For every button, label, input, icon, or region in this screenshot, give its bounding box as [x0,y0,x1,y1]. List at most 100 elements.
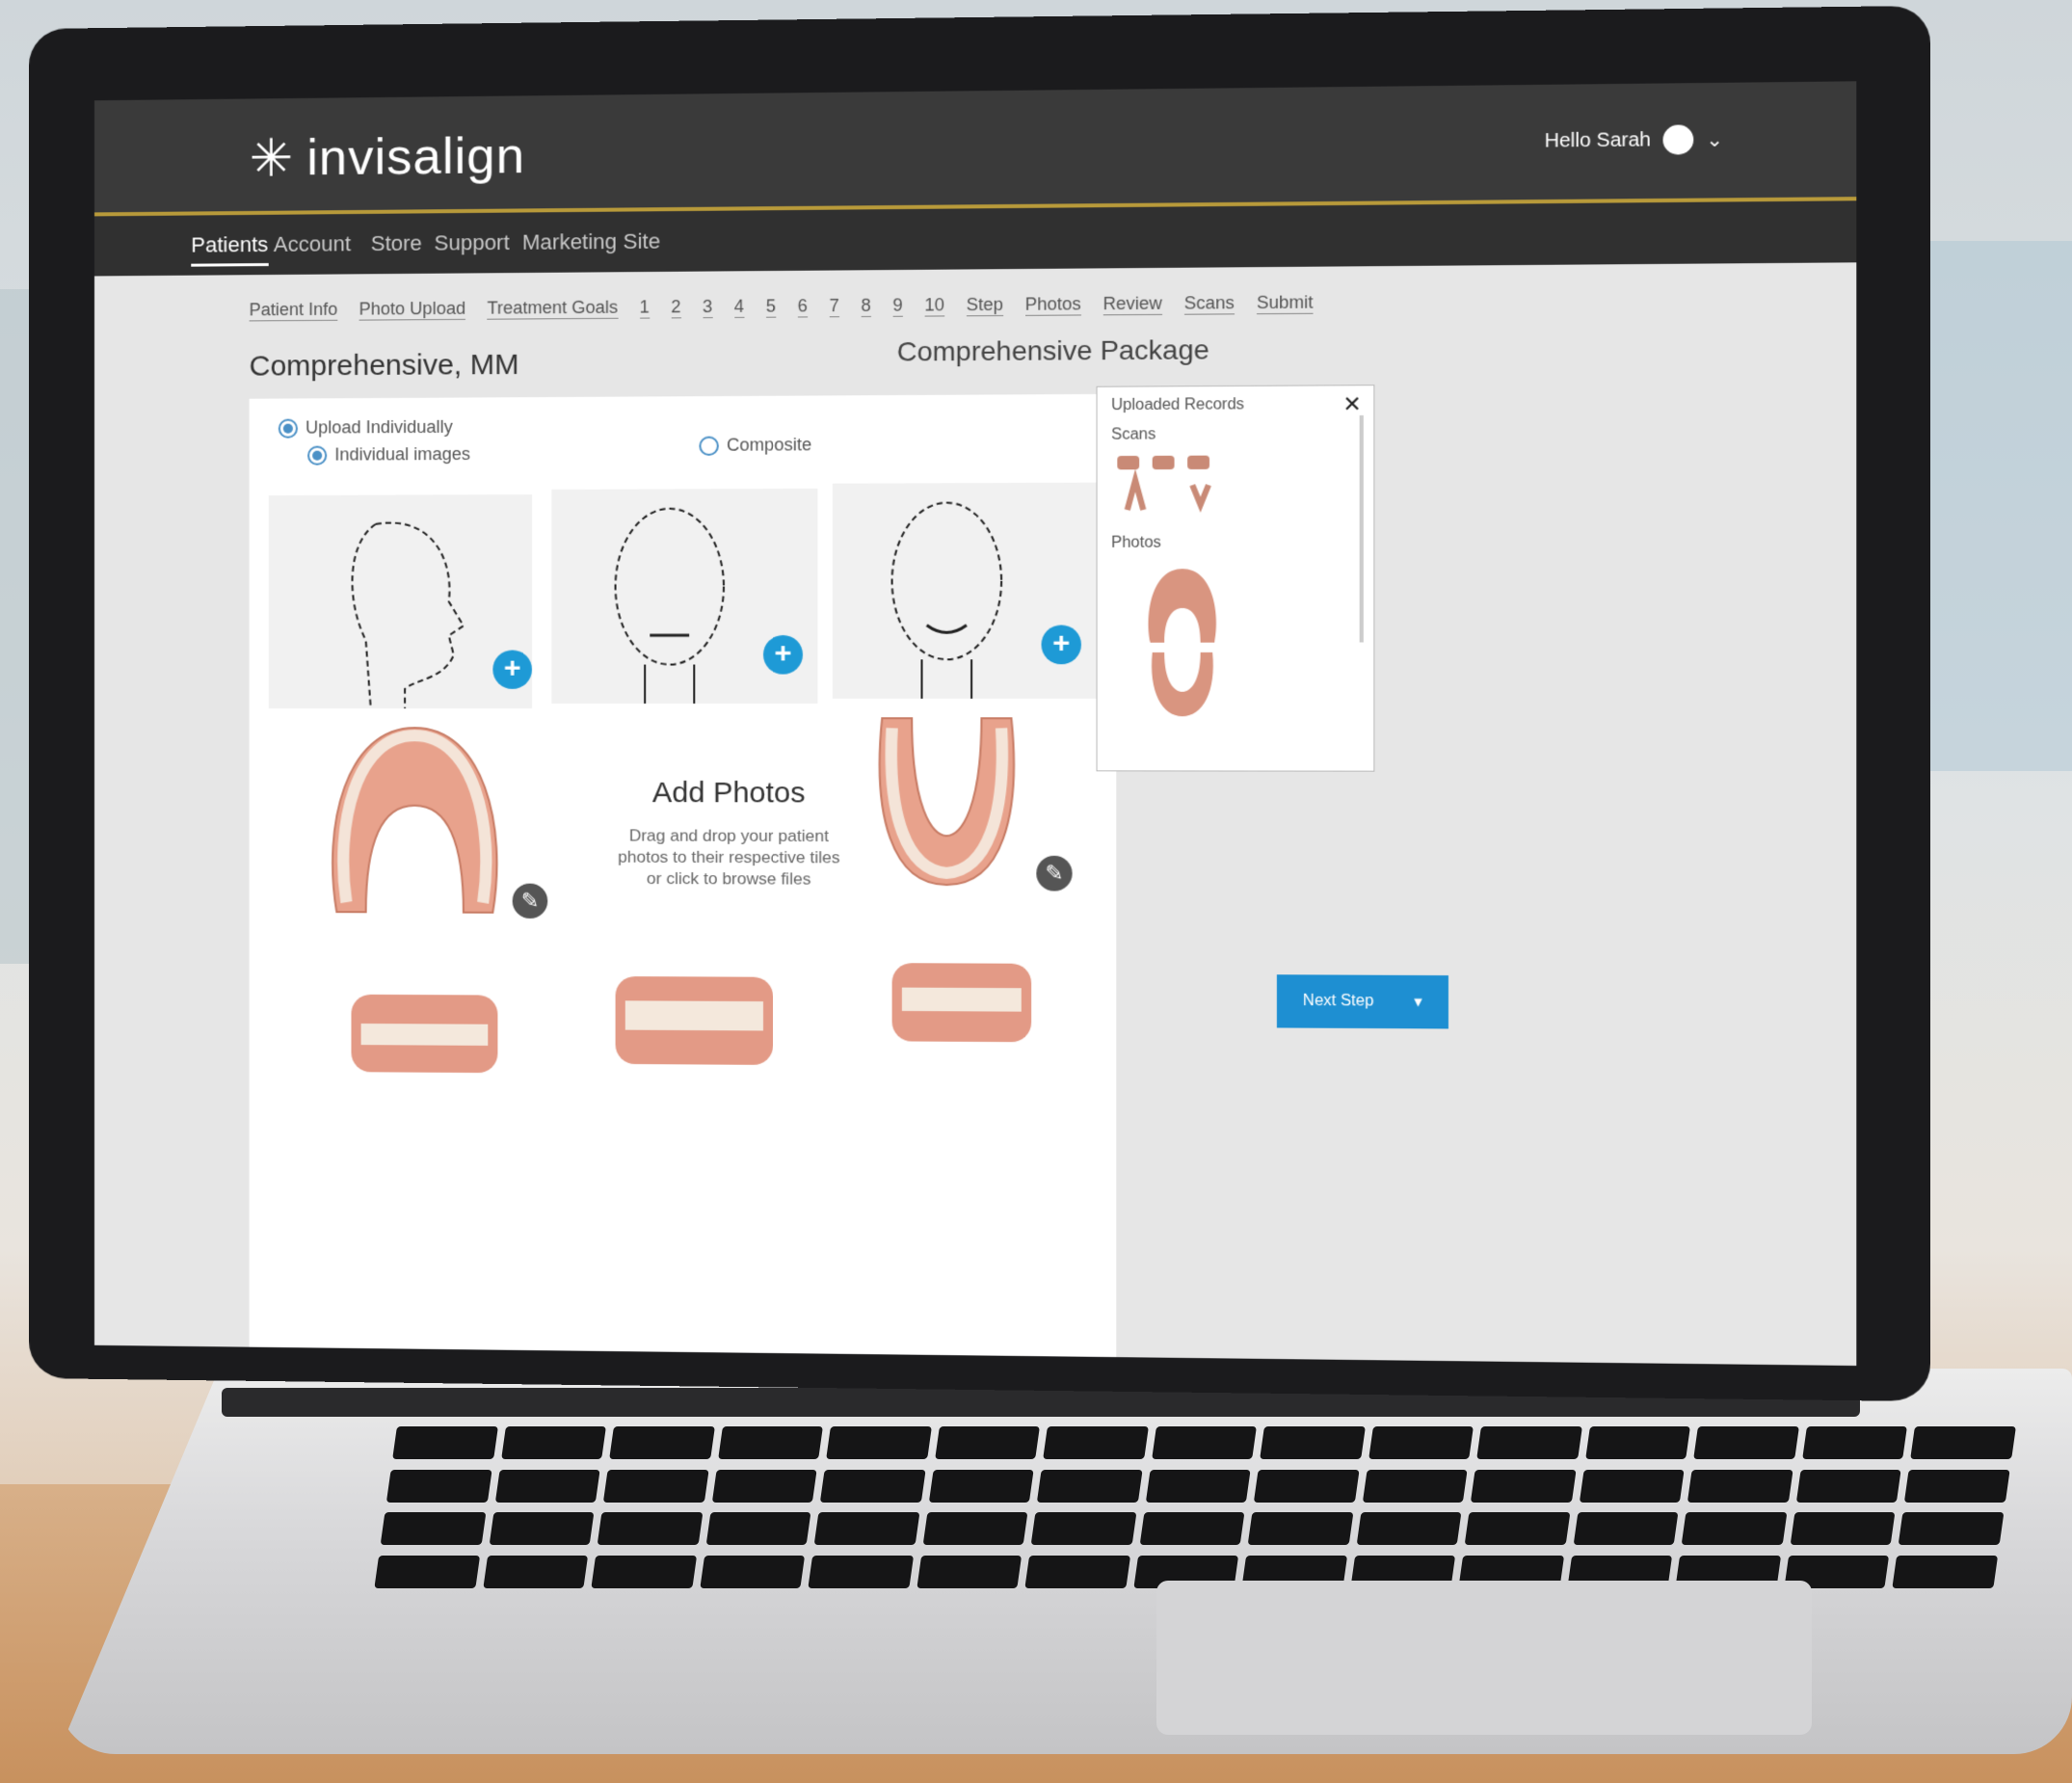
keyboard-key [597,1512,704,1545]
brand-name: invisalign [306,127,526,187]
keyboard-key [1043,1426,1149,1459]
keyboard-key [1464,1512,1571,1545]
composite-option[interactable]: Composite [699,435,811,456]
step-link[interactable]: Photos [1024,294,1081,316]
photos-label: Photos [1111,534,1161,551]
radio-selected-icon [307,445,328,466]
step-link[interactable]: Review [1102,293,1162,316]
keyboard-key [922,1512,1028,1545]
keyboard-key [482,1555,589,1588]
keyboard-key [1362,1469,1469,1503]
upload-option-label: Upload Individually [305,416,453,438]
page-title: Comprehensive, MM [249,348,519,383]
keyboard-key [1687,1469,1793,1503]
step-link[interactable]: 10 [924,295,944,317]
photo-thumbnails[interactable] [1142,564,1222,721]
keyboard-key [1910,1426,2016,1459]
keyboard-key [928,1469,1034,1503]
step-link[interactable]: Submit [1256,292,1314,315]
step-link[interactable]: 6 [797,296,808,318]
keyboard-key [1151,1426,1258,1459]
frontal-photo-tile[interactable]: + [551,488,818,704]
smile-photo-tile[interactable]: + [832,482,1102,699]
step-link[interactable]: 5 [765,296,776,318]
keyboard-key [820,1469,926,1503]
photo-upload-panel: Upload Individually Individual images Co… [249,393,1117,1367]
keyboard-key [489,1512,595,1545]
step-link[interactable]: 4 [733,296,745,318]
keyboard-key [591,1555,697,1588]
keyboard-key [392,1426,498,1459]
brand-logo[interactable]: ✳ invisalign [250,127,525,188]
app-header: ✳ invisalign Hello Sarah ⌄ [93,81,1857,217]
keyboard-key [385,1469,492,1503]
nav-item-support[interactable]: Support [434,230,509,256]
step-link[interactable]: Scans [1183,292,1235,315]
keyboard-key [711,1469,817,1503]
radio-selected-icon [278,418,298,439]
composite-option-label: Composite [727,435,812,455]
profile-photo-tile[interactable]: + [268,494,533,708]
side-panel-title: Uploaded Records [1111,396,1245,414]
keyboard-key [1790,1512,1896,1545]
bite-front-image [615,975,774,1065]
nav-item-marketing-site[interactable]: Marketing Site [522,228,660,254]
keyboard-key [826,1426,932,1459]
keyboard-key [602,1469,709,1503]
next-step-button[interactable]: Next Step ▾ [1276,974,1448,1029]
avatar [1662,124,1694,155]
keyboard-key [1037,1469,1143,1503]
keyboard-key [1802,1426,1908,1459]
step-breadcrumb: Patient Info Photo Upload Treatment Goal… [249,292,1314,322]
add-photo-button[interactable]: + [492,650,533,689]
keyboard-key [380,1512,486,1545]
step-link[interactable]: 7 [829,295,839,318]
keyboard-key [1682,1512,1788,1545]
scrollbar[interactable] [1359,414,1364,643]
nav-item-patients[interactable]: Patients [191,231,269,267]
keyboard-key [1247,1512,1354,1545]
edit-image-button[interactable]: ✎ [512,883,548,919]
keyboard-key [1260,1426,1366,1459]
upload-individually-option[interactable]: Upload Individually [278,416,453,439]
edit-image-button[interactable]: ✎ [1036,855,1073,892]
nav-item-store[interactable]: Store [371,231,422,257]
laptop-lid: ✳ invisalign Hello Sarah ⌄ Patients Acco… [29,5,1931,1402]
step-link[interactable]: Step [966,294,1003,317]
individual-images-option[interactable]: Individual images [307,444,470,466]
step-link[interactable]: Treatment Goals [487,297,619,320]
upload-option-sub-label: Individual images [334,443,471,465]
step-link[interactable]: Patient Info [249,299,338,322]
step-link[interactable]: 1 [639,297,650,319]
keyboard-key [699,1555,806,1588]
face-profile-outline-icon [269,494,532,708]
keyboard-key [1471,1469,1577,1503]
step-link[interactable]: 3 [703,296,713,319]
keyboard-key [609,1426,715,1459]
step-link[interactable]: 2 [671,297,681,319]
chevron-down-icon: ⌄ [1706,128,1724,151]
keyboard [374,1426,2016,1590]
user-menu[interactable]: Hello Sarah ⌄ [1545,124,1723,156]
step-link[interactable]: 8 [861,295,871,318]
uploaded-records-panel: ✕ Uploaded Records Scans Photos [1096,385,1375,772]
step-link[interactable]: 9 [892,295,903,317]
keyboard-key [1476,1426,1582,1459]
add-photos-title: Add Photos [651,776,806,810]
add-photo-button[interactable]: + [762,635,804,675]
keyboard-key [1892,1555,1999,1588]
keyboard-key [1585,1426,1691,1459]
keyboard-key [1356,1512,1462,1545]
keyboard-key [1030,1512,1137,1545]
step-link[interactable]: Photo Upload [359,298,466,321]
keyboard-key [1795,1469,1902,1503]
nav-item-account[interactable]: Account [274,231,351,257]
user-greeting: Hello Sarah [1544,128,1652,152]
keyboard-key [1573,1512,1679,1545]
sparkle-icon: ✳ [249,129,294,188]
add-photo-button[interactable]: + [1041,625,1081,665]
radio-unselected-icon [699,436,719,456]
close-icon[interactable]: ✕ [1342,391,1361,417]
next-step-label: Next Step [1302,992,1374,1010]
scan-thumbnails[interactable] [1117,450,1227,519]
